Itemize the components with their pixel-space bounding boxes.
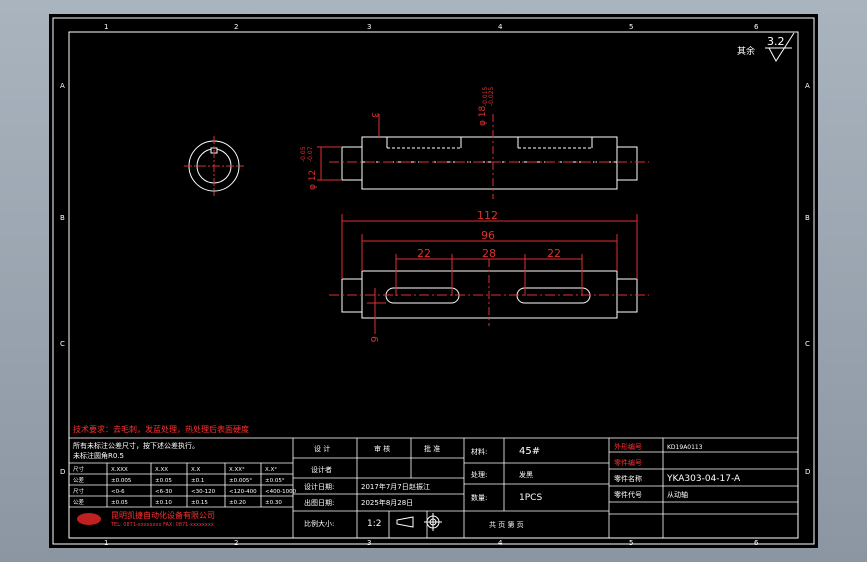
design-label: 设 计	[314, 444, 330, 453]
slot-2-dim: 22	[547, 247, 561, 260]
tol-cell: X.XX	[155, 467, 168, 473]
inner-length-dim: 96	[481, 229, 495, 242]
tol-cell: ±0.20	[229, 500, 246, 506]
company-block: 昆明凯捷自动化设备有限公司 TEL: 0871-xxxxxxxx FAX: 08…	[77, 510, 215, 528]
end-view	[184, 136, 244, 196]
overall-length-dim: 112	[477, 209, 498, 222]
tol-cell: ±0.10	[155, 500, 172, 506]
zone-row-C-right: C	[805, 340, 810, 348]
tol-cell: X.XXX	[111, 467, 128, 473]
treatment-value: 发黑	[519, 470, 533, 479]
sheet-label: 共 页 第 页	[489, 520, 524, 529]
zone-row-B-left: B	[60, 214, 65, 222]
tol-cell: <400-1000	[265, 489, 297, 495]
quantity-value: 1PCS	[519, 493, 542, 503]
surface-finish-value: 3.2	[767, 35, 785, 48]
cad-viewport[interactable]: 112233445566AABBCCDD 其余 3.2 3 φ 18 -0.01…	[0, 0, 867, 562]
inner-border	[68, 31, 799, 539]
tol-cell: 公差	[73, 476, 85, 484]
zone-row-D-right: D	[805, 468, 810, 476]
keyway-depth-dim: 3	[369, 112, 379, 118]
designer-label: 设计者	[311, 465, 332, 474]
tol-cell: <120-400	[229, 489, 257, 495]
end-dia-tol: -0.05	[300, 146, 307, 162]
shaft-dia-dim: φ 18	[478, 105, 488, 126]
design-date: 2017年7月7日	[361, 482, 409, 491]
slot-width-dim: 6	[368, 336, 379, 342]
zone-col-1-top: 1	[104, 23, 108, 31]
zone-col-3-bottom: 3	[367, 539, 371, 547]
drawing-no-label: 外形编号	[614, 442, 642, 451]
technical-requirements: 技术要求：去毛刺，发蓝处理，热处理后表面硬度	[73, 424, 249, 434]
tol-cell: <0-6	[111, 489, 125, 495]
zone-col-6-bottom: 6	[754, 539, 759, 547]
zone-row-B-right: B	[805, 214, 810, 222]
scale-value: 1:2	[367, 519, 381, 529]
tol-cell: ±0.05°	[265, 478, 285, 484]
review-label: 审 核	[374, 444, 390, 453]
shaft-dia-tol-b: -0.025	[488, 86, 495, 106]
part-name-label-row: 零件名称	[614, 474, 642, 483]
slot-1-dim: 22	[417, 247, 431, 260]
tol-cell: ±0.05	[111, 500, 128, 506]
tol-cell: ±0.005	[111, 478, 132, 484]
tol-cell: ±0.05	[155, 478, 172, 484]
zone-col-5-bottom: 5	[629, 539, 633, 547]
quantity-label: 数量:	[471, 493, 487, 502]
tolerance-table: 尺寸 X.XXX X.XX X.X X.XX° X.X° 公差 ±0.005 ±0.05 ±0.1…	[73, 465, 297, 506]
tol-cell: ±0.30	[265, 500, 282, 506]
zone-row-A-right: A	[805, 82, 810, 90]
drawing-no: KD19A0113	[667, 444, 703, 451]
part-no-label: 零件编号	[614, 458, 642, 467]
zone-col-1-bottom: 1	[104, 539, 108, 547]
projection-symbol	[396, 513, 442, 531]
issue-date-label: 出图日期:	[304, 498, 334, 507]
company-name: 昆明凯捷自动化设备有限公司	[111, 510, 215, 520]
zone-col-4-bottom: 4	[498, 539, 503, 547]
tol-cell: <30-120	[191, 489, 216, 495]
tol-cell: X.X°	[265, 467, 277, 473]
outer-border	[52, 17, 815, 545]
slot-mid-dim: 28	[482, 247, 496, 260]
zone-markers: 112233445566A AB BC CD D	[60, 23, 810, 547]
material-value: 45#	[519, 446, 540, 457]
zone-row-A-left: A	[60, 82, 65, 90]
company-address: TEL: 0871-xxxxxxxx FAX: 0871-xxxxxxxx	[110, 522, 214, 528]
part-code-label: 零件代号	[614, 490, 642, 499]
tol-cell: ±0.15	[191, 500, 208, 506]
drawing-sheet: 112233445566AABBCCDD 其余 3.2 3 φ 18 -0.01…	[49, 14, 818, 548]
part-name: 从动轴	[667, 490, 688, 499]
zone-row-C-left: C	[60, 340, 65, 348]
design-date-label: 设计日期:	[304, 482, 334, 491]
tol-cell: <6-30	[155, 489, 173, 495]
drafter-name: 赵振江	[409, 482, 430, 491]
tolerance-note-2: 未标注圆角R0.5	[73, 451, 124, 460]
tol-cell: 尺寸	[73, 487, 85, 495]
tol-cell: ±0.1	[191, 478, 204, 484]
surface-finish-label: 其余	[737, 45, 755, 57]
tolerance-note-1: 所有未标注公差尺寸，按下述公差执行。	[73, 441, 199, 450]
zone-col-2-bottom: 2	[234, 539, 238, 547]
zone-row-D-left: D	[60, 468, 65, 476]
treatment-label: 处理:	[471, 470, 487, 479]
end-dia-tol-b: -0.07	[307, 146, 314, 162]
zone-col-4-top: 4	[498, 23, 503, 31]
tol-cell: X.X	[191, 467, 201, 473]
scale-label: 比例大小:	[304, 519, 334, 528]
issue-date: 2025年8月28日	[361, 498, 413, 507]
drawing-canvas: 112233445566A AB BC CD D 其余 3.2 3 φ 18 -…	[52, 17, 815, 547]
end-dia-dim: φ 12	[308, 170, 318, 190]
part-no: YKA303-04-17-A	[666, 474, 741, 484]
tol-cell: 公差	[73, 498, 85, 506]
material-label: 材料:	[471, 447, 487, 456]
tol-cell: 尺寸	[73, 465, 85, 473]
zone-col-2-top: 2	[234, 23, 238, 31]
zone-col-3-top: 3	[367, 23, 371, 31]
tol-cell: X.XX°	[229, 467, 245, 473]
approve-label: 批 准	[424, 444, 440, 453]
surface-finish-symbol: 其余 3.2	[737, 32, 795, 62]
zone-col-6-top: 6	[754, 23, 759, 31]
tol-cell: ±0.005°	[229, 478, 252, 484]
zone-col-5-top: 5	[629, 23, 633, 31]
